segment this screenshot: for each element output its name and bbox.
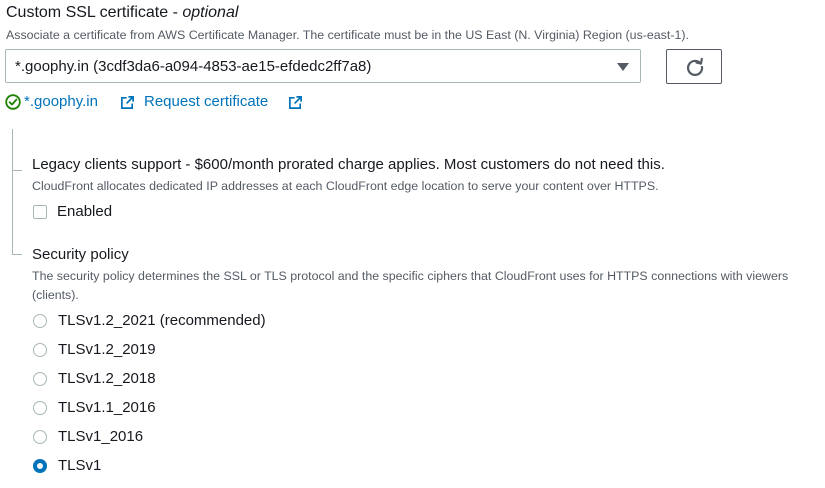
radio-label[interactable]: TLSv1.2_2018 bbox=[58, 370, 156, 387]
refresh-certificates-button[interactable] bbox=[666, 49, 722, 84]
tree-connector-branch bbox=[12, 254, 22, 255]
radio-label[interactable]: TLSv1_2016 bbox=[58, 428, 143, 445]
security-policy-description: The security policy determines the SSL o… bbox=[32, 269, 789, 302]
external-link-icon[interactable] bbox=[288, 95, 303, 110]
radio-label[interactable]: TLSv1.2_2019 bbox=[58, 341, 156, 358]
radio-button[interactable] bbox=[33, 430, 47, 444]
radio-button[interactable] bbox=[33, 372, 47, 386]
legacy-clients-title: Legacy clients support - $600/month pror… bbox=[32, 156, 665, 173]
certificate-link[interactable]: *.goophy.in bbox=[24, 93, 98, 110]
legacy-enabled-label[interactable]: Enabled bbox=[57, 203, 112, 220]
security-policy-title: Security policy bbox=[32, 246, 129, 263]
radio-label[interactable]: TLSv1.1_2016 bbox=[58, 399, 156, 416]
radio-button[interactable] bbox=[33, 343, 47, 357]
legacy-enabled-checkbox[interactable] bbox=[33, 205, 47, 219]
legacy-clients-description: CloudFront allocates dedicated IP addres… bbox=[32, 179, 659, 193]
external-link-icon[interactable] bbox=[120, 95, 135, 110]
ssl-certificate-title: Custom SSL certificate - optional bbox=[6, 4, 238, 22]
radio-button-selected[interactable] bbox=[33, 459, 47, 473]
ssl-title-optional: optional bbox=[182, 4, 239, 21]
certificate-select[interactable]: *.goophy.in (3cdf3da6-a094-4853-ae15-efd… bbox=[5, 49, 641, 83]
ssl-certificate-description: Associate a certificate from AWS Certifi… bbox=[6, 28, 689, 42]
radio-button[interactable] bbox=[33, 314, 47, 328]
request-certificate-link[interactable]: Request certificate bbox=[144, 93, 268, 110]
ssl-title-text: Custom SSL certificate - bbox=[6, 4, 183, 21]
radio-label[interactable]: TLSv1.2_2021 (recommended) bbox=[58, 312, 266, 329]
caret-down-icon bbox=[617, 63, 629, 71]
radio-label[interactable]: TLSv1 bbox=[58, 457, 101, 474]
certificate-select-value: *.goophy.in (3cdf3da6-a094-4853-ae15-efd… bbox=[15, 58, 372, 75]
check-circle-icon bbox=[5, 94, 21, 110]
refresh-icon bbox=[686, 57, 704, 76]
radio-button[interactable] bbox=[33, 401, 47, 415]
tree-connector-branch bbox=[12, 170, 22, 171]
tree-connector-line bbox=[12, 129, 13, 254]
